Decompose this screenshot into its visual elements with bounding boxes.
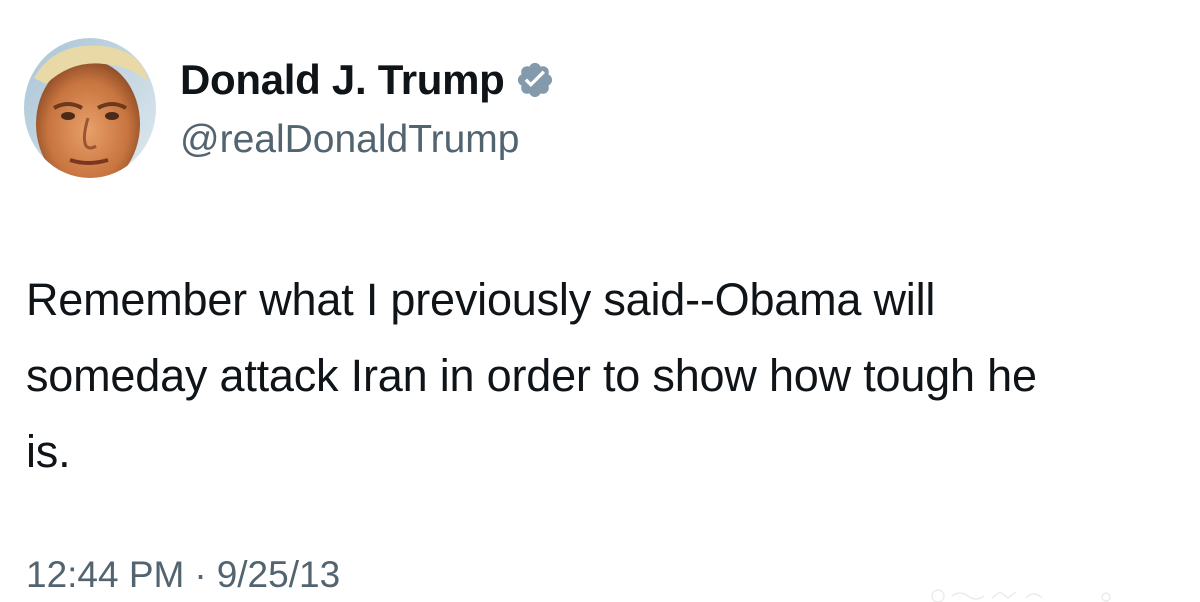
tweet-card: Donald J. Trump @realDonaldTrump Remembe… <box>0 0 1200 602</box>
author-display-name[interactable]: Donald J. Trump <box>180 56 505 104</box>
author-handle[interactable]: @realDonaldTrump <box>180 118 519 162</box>
tweet-text: Remember what I previously said--Obama w… <box>26 262 1186 490</box>
verified-badge-icon <box>515 60 555 100</box>
tweet-text-line: Remember what I previously said--Obama w… <box>26 274 936 325</box>
tweet-time[interactable]: 12:44 PM <box>26 554 184 596</box>
tweet-text-line: is. <box>26 426 71 477</box>
tweet-date[interactable]: 9/25/13 <box>217 554 340 596</box>
author-name-row: Donald J. Trump <box>180 52 555 108</box>
avatar[interactable] <box>24 38 156 178</box>
watermark-logo <box>931 589 1111 602</box>
profile-photo-avatar <box>24 38 156 178</box>
meta-separator: · <box>194 554 207 595</box>
tweet-text-line: someday attack Iran in order to show how… <box>26 350 1037 401</box>
tweet-timestamp: 12:44 PM · 9/25/13 <box>26 554 340 596</box>
